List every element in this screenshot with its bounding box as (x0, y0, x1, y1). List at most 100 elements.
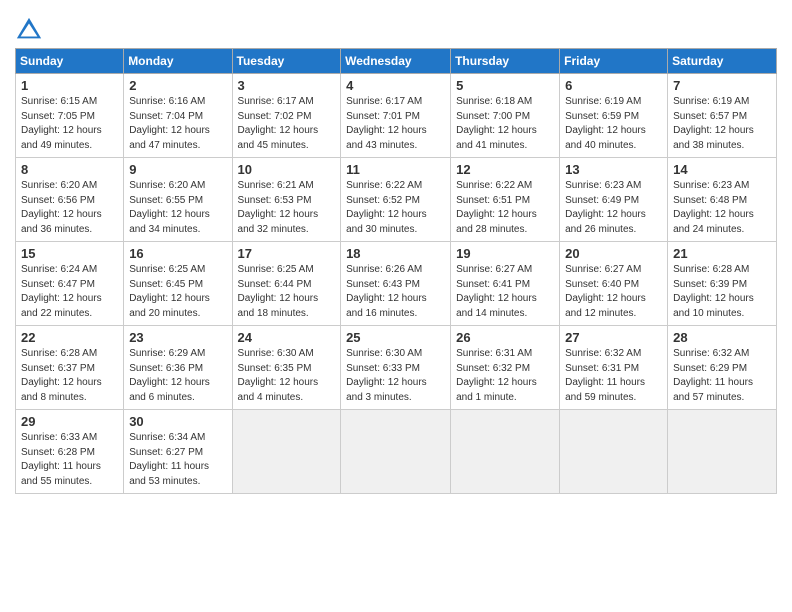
day-info: Sunrise: 6:20 AM Sunset: 6:56 PM Dayligh… (21, 179, 118, 237)
day-info: Sunrise: 6:32 AM Sunset: 6:29 PM Dayligh… (673, 347, 771, 405)
day-info: Sunrise: 6:28 AM Sunset: 6:39 PM Dayligh… (673, 263, 771, 321)
calendar-cell: 30Sunrise: 6:34 AM Sunset: 6:27 PM Dayli… (124, 410, 232, 494)
calendar-cell: 17 Sunrise: 6:25 AM Sunset: 6:44 PM Dayli… (232, 242, 341, 326)
day-info: Sunrise: 6:17 AM Sunset: 7:01 PM Dayligh… (346, 95, 445, 153)
calendar-cell (232, 410, 341, 494)
calendar-cell: 16 Sunrise: 6:25 AM Sunset: 6:45 PM Dayli… (124, 242, 232, 326)
calendar-cell: 1Sunrise: 6:15 AM Sunset: 7:05 PM Daylig… (16, 74, 124, 158)
day-header-saturday: Saturday (668, 49, 777, 74)
week-row-4: 22Sunrise: 6:28 AM Sunset: 6:37 PM Dayli… (16, 326, 777, 410)
calendar-cell: 6Sunrise: 6:19 AM Sunset: 6:59 PM Daylig… (560, 74, 668, 158)
day-number: 21 (673, 246, 771, 261)
calendar-cell: 21 Sunrise: 6:28 AM Sunset: 6:39 PM Dayli… (668, 242, 777, 326)
calendar-cell: 4 Sunrise: 6:17 AM Sunset: 7:01 PM Daylig… (341, 74, 451, 158)
calendar-cell: 12Sunrise: 6:22 AM Sunset: 6:51 PM Dayli… (451, 158, 560, 242)
day-number: 28 (673, 330, 771, 345)
logo (15, 16, 47, 44)
day-header-friday: Friday (560, 49, 668, 74)
logo-icon (15, 16, 43, 44)
day-info: Sunrise: 6:28 AM Sunset: 6:37 PM Dayligh… (21, 347, 118, 405)
week-row-3: 15 Sunrise: 6:24 AM Sunset: 6:47 PM Dayli… (16, 242, 777, 326)
day-info: Sunrise: 6:29 AM Sunset: 6:36 PM Dayligh… (129, 347, 226, 405)
calendar-cell: 9Sunrise: 6:20 AM Sunset: 6:55 PM Daylig… (124, 158, 232, 242)
day-info: Sunrise: 6:22 AM Sunset: 6:52 PM Dayligh… (346, 179, 445, 237)
week-row-2: 8 Sunrise: 6:20 AM Sunset: 6:56 PM Daylig… (16, 158, 777, 242)
day-info: Sunrise: 6:24 AM Sunset: 6:47 PM Dayligh… (21, 263, 118, 321)
day-number: 15 (21, 246, 118, 261)
day-info: Sunrise: 6:16 AM Sunset: 7:04 PM Dayligh… (129, 95, 226, 153)
day-info: Sunrise: 6:25 AM Sunset: 6:44 PM Dayligh… (238, 263, 336, 321)
calendar-cell (341, 410, 451, 494)
day-number: 12 (456, 162, 554, 177)
calendar-cell: 14Sunrise: 6:23 AM Sunset: 6:48 PM Dayli… (668, 158, 777, 242)
calendar-body: 1Sunrise: 6:15 AM Sunset: 7:05 PM Daylig… (16, 74, 777, 494)
day-number: 13 (565, 162, 662, 177)
day-number: 30 (129, 414, 226, 429)
day-number: 11 (346, 162, 445, 177)
day-header-wednesday: Wednesday (341, 49, 451, 74)
day-info: Sunrise: 6:17 AM Sunset: 7:02 PM Dayligh… (238, 95, 336, 153)
calendar-cell (451, 410, 560, 494)
day-number: 16 (129, 246, 226, 261)
calendar-cell: 18 Sunrise: 6:26 AM Sunset: 6:43 PM Dayli… (341, 242, 451, 326)
day-number: 17 (238, 246, 336, 261)
header (15, 10, 777, 44)
calendar-cell: 22Sunrise: 6:28 AM Sunset: 6:37 PM Dayli… (16, 326, 124, 410)
day-number: 23 (129, 330, 226, 345)
day-header-tuesday: Tuesday (232, 49, 341, 74)
day-number: 19 (456, 246, 554, 261)
day-number: 29 (21, 414, 118, 429)
day-info: Sunrise: 6:19 AM Sunset: 6:57 PM Dayligh… (673, 95, 771, 153)
day-info: Sunrise: 6:30 AM Sunset: 6:35 PM Dayligh… (238, 347, 336, 405)
calendar-cell: 13Sunrise: 6:23 AM Sunset: 6:49 PM Dayli… (560, 158, 668, 242)
day-number: 2 (129, 78, 226, 93)
day-info: Sunrise: 6:21 AM Sunset: 6:53 PM Dayligh… (238, 179, 336, 237)
day-info: Sunrise: 6:23 AM Sunset: 6:48 PM Dayligh… (673, 179, 771, 237)
calendar-cell: 26 Sunrise: 6:31 AM Sunset: 6:32 PM Dayli… (451, 326, 560, 410)
calendar-cell: 11 Sunrise: 6:22 AM Sunset: 6:52 PM Dayli… (341, 158, 451, 242)
week-row-5: 29Sunrise: 6:33 AM Sunset: 6:28 PM Dayli… (16, 410, 777, 494)
day-info: Sunrise: 6:27 AM Sunset: 6:41 PM Dayligh… (456, 263, 554, 321)
day-header-sunday: Sunday (16, 49, 124, 74)
day-number: 18 (346, 246, 445, 261)
day-number: 4 (346, 78, 445, 93)
calendar-cell: 3 Sunrise: 6:17 AM Sunset: 7:02 PM Daylig… (232, 74, 341, 158)
day-number: 6 (565, 78, 662, 93)
day-number: 7 (673, 78, 771, 93)
day-info: Sunrise: 6:31 AM Sunset: 6:32 PM Dayligh… (456, 347, 554, 405)
calendar-cell: 10 Sunrise: 6:21 AM Sunset: 6:53 PM Dayli… (232, 158, 341, 242)
calendar-cell: 2 Sunrise: 6:16 AM Sunset: 7:04 PM Daylig… (124, 74, 232, 158)
day-number: 3 (238, 78, 336, 93)
day-info: Sunrise: 6:32 AM Sunset: 6:31 PM Dayligh… (565, 347, 662, 405)
calendar-cell: 20 Sunrise: 6:27 AM Sunset: 6:40 PM Dayli… (560, 242, 668, 326)
day-number: 20 (565, 246, 662, 261)
calendar-cell: 19 Sunrise: 6:27 AM Sunset: 6:41 PM Dayli… (451, 242, 560, 326)
day-header-monday: Monday (124, 49, 232, 74)
calendar-cell (668, 410, 777, 494)
day-number: 26 (456, 330, 554, 345)
day-header-thursday: Thursday (451, 49, 560, 74)
day-info: Sunrise: 6:30 AM Sunset: 6:33 PM Dayligh… (346, 347, 445, 405)
day-info: Sunrise: 6:25 AM Sunset: 6:45 PM Dayligh… (129, 263, 226, 321)
day-number: 25 (346, 330, 445, 345)
day-info: Sunrise: 6:27 AM Sunset: 6:40 PM Dayligh… (565, 263, 662, 321)
calendar-cell: 7 Sunrise: 6:19 AM Sunset: 6:57 PM Daylig… (668, 74, 777, 158)
day-info: Sunrise: 6:26 AM Sunset: 6:43 PM Dayligh… (346, 263, 445, 321)
calendar-table: SundayMondayTuesdayWednesdayThursdayFrid… (15, 48, 777, 494)
calendar-cell: 25 Sunrise: 6:30 AM Sunset: 6:33 PM Dayli… (341, 326, 451, 410)
calendar-cell: 5 Sunrise: 6:18 AM Sunset: 7:00 PM Daylig… (451, 74, 560, 158)
calendar-cell: 23 Sunrise: 6:29 AM Sunset: 6:36 PM Dayli… (124, 326, 232, 410)
calendar-cell: 29Sunrise: 6:33 AM Sunset: 6:28 PM Dayli… (16, 410, 124, 494)
calendar-header: SundayMondayTuesdayWednesdayThursdayFrid… (16, 49, 777, 74)
calendar-cell: 28 Sunrise: 6:32 AM Sunset: 6:29 PM Dayli… (668, 326, 777, 410)
calendar-cell: 15 Sunrise: 6:24 AM Sunset: 6:47 PM Dayli… (16, 242, 124, 326)
day-number: 24 (238, 330, 336, 345)
day-number: 27 (565, 330, 662, 345)
day-number: 1 (21, 78, 118, 93)
day-number: 10 (238, 162, 336, 177)
day-info: Sunrise: 6:18 AM Sunset: 7:00 PM Dayligh… (456, 95, 554, 153)
week-row-1: 1Sunrise: 6:15 AM Sunset: 7:05 PM Daylig… (16, 74, 777, 158)
day-number: 8 (21, 162, 118, 177)
calendar-cell: 24 Sunrise: 6:30 AM Sunset: 6:35 PM Dayli… (232, 326, 341, 410)
day-number: 5 (456, 78, 554, 93)
